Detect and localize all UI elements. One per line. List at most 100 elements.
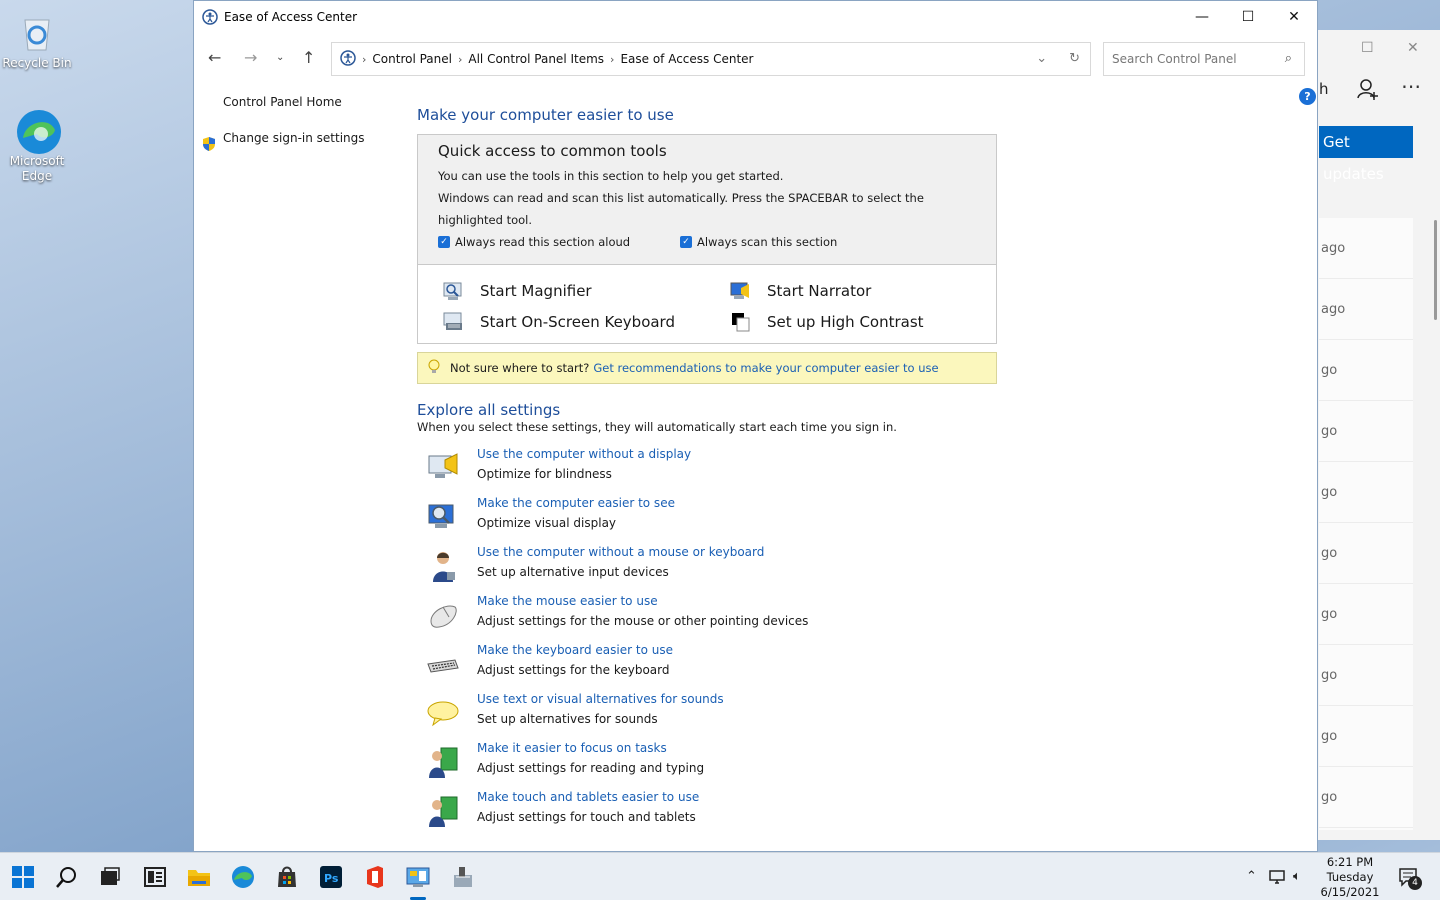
photoshop-icon[interactable]: Ps [319, 865, 343, 889]
setup-high-contrast-button[interactable]: Set up High Contrast [729, 310, 989, 333]
tip-prefix: Not sure where to start? [450, 361, 590, 375]
task-view-icon[interactable] [98, 865, 122, 889]
list-item[interactable]: go [1319, 706, 1413, 767]
list-item[interactable]: ago [1319, 218, 1413, 279]
desktop-icon-recycle-bin[interactable]: Recycle Bin [0, 10, 74, 70]
search-input[interactable]: Search Control Panel ⌕ [1103, 42, 1305, 76]
breadcrumb-separator-icon[interactable]: › [458, 53, 462, 66]
setting-link[interactable]: Use the computer without a mouse or keyb… [477, 543, 764, 561]
up-arrow-icon[interactable]: ↑ [302, 48, 315, 67]
setting-link[interactable]: Make the keyboard easier to use [477, 641, 673, 659]
list-item[interactable]: go [1319, 462, 1413, 523]
widgets-icon[interactable] [143, 865, 167, 889]
minimize-button[interactable]: — [1179, 1, 1225, 32]
start-onscreen-keyboard-button[interactable]: Start On-Screen Keyboard [442, 310, 729, 333]
breadcrumb-separator-icon[interactable]: › [610, 53, 614, 66]
recent-locations-chevron-icon[interactable]: ⌄ [276, 52, 284, 63]
users-icon [425, 744, 461, 780]
keyboard-icon [425, 646, 461, 682]
setting-description: Optimize for blindness [477, 467, 612, 481]
sidebar-control-panel-home[interactable]: Control Panel Home [194, 84, 404, 120]
list-item[interactable]: go [1319, 401, 1413, 462]
setting-link[interactable]: Make touch and tablets easier to use [477, 788, 699, 806]
high-contrast-icon [729, 311, 751, 333]
close-button[interactable]: ✕ [1271, 1, 1317, 32]
setting-item: Make the mouse easier to use Adjust sett… [417, 591, 1297, 640]
speech-bubble-icon [425, 695, 461, 731]
search-icon[interactable]: ⌕ [1285, 51, 1292, 66]
get-recommendations-link[interactable]: Get recommendations to make your compute… [593, 361, 938, 375]
quick-access-title: Quick access to common tools [438, 142, 667, 160]
mouse-icon [425, 597, 461, 633]
clock-time: 6:21 PM [1326, 855, 1374, 869]
show-hidden-icons-chevron-icon[interactable]: ⌃ [1246, 869, 1257, 884]
setting-description: Set up alternative input devices [477, 565, 669, 579]
search-icon[interactable] [55, 865, 79, 889]
breadcrumb-ease-of-access[interactable]: Ease of Access Center [620, 52, 753, 66]
clock-day: Tuesday [1326, 870, 1374, 884]
lightbulb-icon [428, 359, 440, 378]
setting-description: Adjust settings for touch and tablets [477, 810, 696, 824]
volume-icon[interactable]: 🔈︎ [1293, 869, 1301, 884]
background-partial-heading: h [1319, 80, 1329, 98]
address-bar[interactable]: › Control Panel › All Control Panel Item… [331, 42, 1091, 76]
file-explorer-icon[interactable] [187, 865, 211, 889]
setting-item: Make it easier to focus on tasks Adjust … [417, 738, 1297, 787]
desktop-icon-edge[interactable]: Microsoft Edge [0, 108, 74, 184]
get-updates-button[interactable]: Get updates [1319, 126, 1413, 183]
list-item[interactable]: go [1319, 523, 1413, 584]
clock-date: 6/15/2021 [1320, 885, 1380, 899]
maximize-button[interactable]: ☐ [1225, 1, 1271, 32]
window-title: Ease of Access Center [224, 9, 358, 24]
breadcrumb-control-panel[interactable]: Control Panel [372, 52, 452, 66]
setting-link[interactable]: Use text or visual alternatives for soun… [477, 690, 724, 708]
taskbar-clock[interactable]: 6:21 PM Tuesday 6/15/2021 [1318, 855, 1382, 900]
office-icon[interactable] [363, 865, 387, 889]
setting-link[interactable]: Use the computer without a display [477, 445, 691, 463]
start-windows-icon[interactable] [11, 865, 35, 889]
list-item[interactable]: go [1319, 767, 1413, 828]
control-panel-icon [340, 49, 356, 69]
read-aloud-checkbox[interactable]: ✓ Always read this section aloud [438, 231, 680, 253]
start-narrator-button[interactable]: Start Narrator [729, 279, 989, 302]
title-bar[interactable]: Ease of Access Center — ☐ ✕ [194, 1, 1317, 32]
store-icon[interactable] [275, 865, 299, 889]
background-maximize-icon[interactable]: ☐ [1361, 40, 1374, 56]
desktop-icon-label: Microsoft Edge [9, 154, 65, 183]
list-item[interactable]: go [1319, 645, 1413, 706]
list-item[interactable]: ago [1319, 279, 1413, 340]
tool-label: Start Magnifier [480, 281, 592, 300]
edge-icon [15, 108, 61, 154]
more-options-icon[interactable]: ⋯ [1401, 74, 1423, 98]
page-title: Make your computer easier to use [417, 106, 674, 124]
narrator-icon [729, 280, 751, 302]
help-icon[interactable]: ? [1299, 88, 1316, 105]
setting-link[interactable]: Make it easier to focus on tasks [477, 739, 704, 757]
address-dropdown-chevron-icon[interactable]: ⌄ [1036, 51, 1047, 66]
network-icon[interactable] [1269, 869, 1287, 889]
magnifier-icon [442, 280, 464, 302]
list-item[interactable]: go [1319, 340, 1413, 401]
forward-arrow-icon[interactable]: → [244, 48, 257, 67]
add-user-icon[interactable] [1357, 78, 1379, 103]
setting-description: Set up alternatives for sounds [477, 712, 658, 726]
scan-section-checkbox[interactable]: ✓ Always scan this section [680, 231, 837, 253]
shield-icon [201, 130, 217, 166]
background-app-window[interactable]: ☐ ✕ h ⋯ Get updates ago ago go go go go … [1300, 30, 1440, 840]
monitor-magnifier-icon [425, 499, 461, 535]
control-panel-taskbar-icon[interactable] [406, 865, 430, 889]
breadcrumb-all-items[interactable]: All Control Panel Items [468, 52, 604, 66]
list-item[interactable]: go [1319, 584, 1413, 645]
sidebar-change-signin-settings[interactable]: Change sign-in settings [194, 120, 404, 156]
edge-browser-icon[interactable] [231, 865, 255, 889]
start-magnifier-button[interactable]: Start Magnifier [442, 279, 729, 302]
setting-link[interactable]: Make the computer easier to see [477, 494, 675, 512]
breadcrumb-separator-icon[interactable]: › [362, 53, 366, 66]
back-arrow-icon[interactable]: ← [208, 48, 221, 67]
scrollbar[interactable] [1434, 220, 1437, 320]
app-installer-icon[interactable] [451, 865, 475, 889]
search-placeholder: Search Control Panel [1112, 52, 1237, 66]
refresh-icon[interactable]: ↻ [1069, 51, 1080, 66]
background-close-icon[interactable]: ✕ [1407, 40, 1419, 56]
setting-link[interactable]: Make the mouse easier to use [477, 592, 808, 610]
